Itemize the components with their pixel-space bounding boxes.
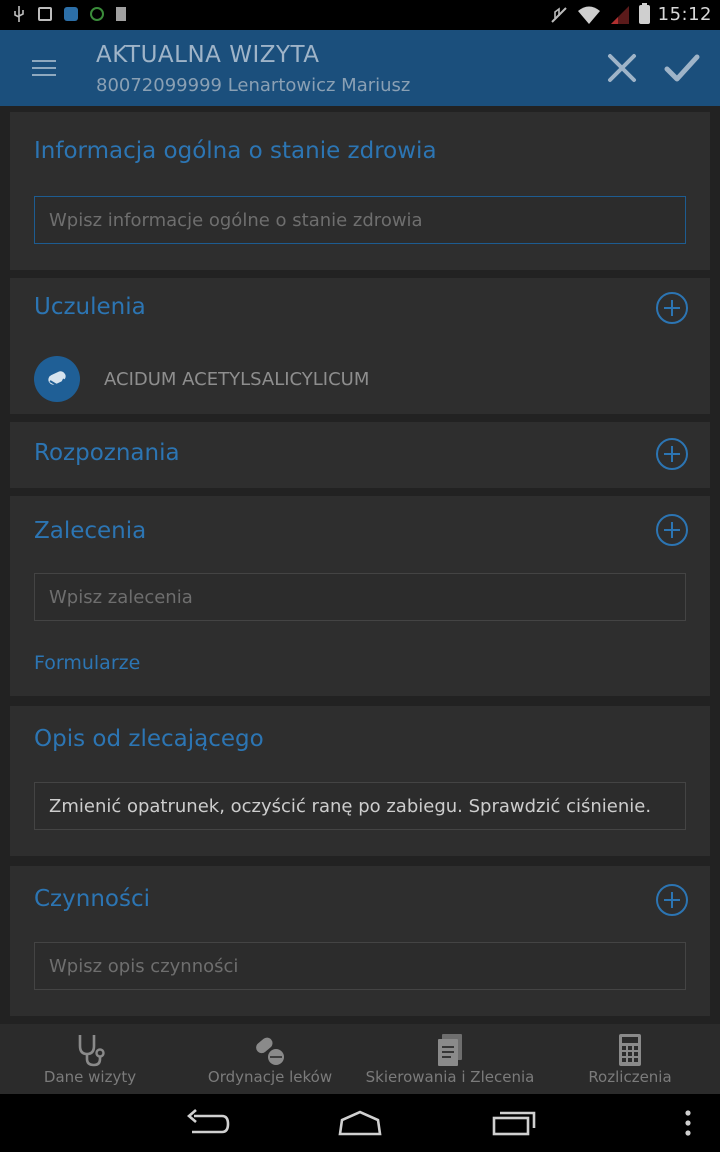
bottom-tab-bar: Dane wizyty Ordynacje leków Skierowania … xyxy=(0,1024,720,1094)
battery-icon xyxy=(638,3,650,24)
overflow-menu-icon[interactable] xyxy=(664,1108,712,1138)
tab-label: Skierowania i Zlecenia xyxy=(365,1068,535,1086)
tab-drug-orders[interactable]: Ordynacje leków xyxy=(180,1024,360,1094)
status-time: 15:12 xyxy=(657,4,712,25)
add-allergy-button[interactable] xyxy=(656,292,688,324)
app-bar: AKTUALNA WIZYTA 80072099999 Lenartowicz … xyxy=(0,30,720,106)
wifi-icon xyxy=(577,6,600,24)
add-activity-button[interactable] xyxy=(656,884,688,916)
tab-label: Dane wizyty xyxy=(43,1068,137,1086)
stethoscope-icon xyxy=(78,1035,105,1067)
visit-form: Informacja ogólna o stanie zdrowia Uczul… xyxy=(0,106,720,1024)
diagnoses-card: Rozpoznania xyxy=(10,422,710,488)
general-health-card: Informacja ogólna o stanie zdrowia xyxy=(10,112,710,270)
activities-title: Czynności xyxy=(34,886,150,912)
image-notification-icon xyxy=(38,7,52,21)
activities-input[interactable] xyxy=(34,942,686,990)
allergy-item[interactable]: ACIDUM ACETYLSALICYLICUM xyxy=(104,369,369,390)
patient-subtitle: 80072099999 Lenartowicz Mariusz xyxy=(96,75,411,96)
forms-link[interactable]: Formularze xyxy=(34,652,140,674)
close-icon[interactable] xyxy=(604,50,640,86)
system-icons: 15:12 xyxy=(549,3,712,25)
messenger-icon xyxy=(64,7,78,21)
diagnoses-title: Rozpoznania xyxy=(34,440,180,466)
signal-icon xyxy=(610,5,629,24)
orderer-description-field: Zmienić opatrunek, oczyścić ranę po zabi… xyxy=(34,782,686,830)
status-bar: 15:12 xyxy=(0,0,720,30)
tab-label: Rozliczenia xyxy=(588,1068,672,1086)
orderer-description-title: Opis od zlecającego xyxy=(34,726,264,752)
home-icon[interactable] xyxy=(336,1108,384,1138)
recent-apps-icon[interactable] xyxy=(490,1108,538,1138)
documents-icon xyxy=(438,1034,462,1066)
page-title: AKTUALNA WIZYTA xyxy=(96,42,320,68)
pills-icon xyxy=(256,1037,284,1065)
general-health-title: Informacja ogólna o stanie zdrowia xyxy=(34,138,437,164)
add-recommendation-button[interactable] xyxy=(656,514,688,546)
tab-referrals-orders[interactable]: Skierowania i Zlecenia xyxy=(360,1024,540,1094)
confirm-check-icon[interactable] xyxy=(662,50,702,86)
sd-card-icon xyxy=(116,7,126,21)
tab-label: Ordynacje leków xyxy=(207,1068,333,1086)
allergy-pill-icon xyxy=(34,356,80,402)
recommendations-input[interactable] xyxy=(34,573,686,621)
mute-icon xyxy=(550,6,567,23)
security-app-icon xyxy=(90,7,104,21)
back-icon[interactable] xyxy=(184,1108,232,1138)
general-health-input[interactable] xyxy=(34,196,686,244)
recommendations-title: Zalecenia xyxy=(34,518,147,544)
recommendations-card: Zalecenia Formularze xyxy=(10,496,710,696)
add-diagnosis-button[interactable] xyxy=(656,438,688,470)
activities-card: Czynności xyxy=(10,866,710,1016)
calculator-icon xyxy=(619,1034,641,1066)
allergies-card: Uczulenia ACIDUM ACETYLSALICYLICUM xyxy=(10,278,710,414)
notification-icons xyxy=(12,6,126,22)
system-navigation-bar xyxy=(0,1094,720,1152)
tab-visit-data[interactable]: Dane wizyty xyxy=(0,1024,180,1094)
tab-settlements[interactable]: Rozliczenia xyxy=(540,1024,720,1094)
allergies-title: Uczulenia xyxy=(34,294,146,320)
usb-icon xyxy=(14,6,24,22)
orderer-description-card: Opis od zlecającego Zmienić opatrunek, o… xyxy=(10,706,710,856)
menu-icon[interactable] xyxy=(32,60,56,78)
